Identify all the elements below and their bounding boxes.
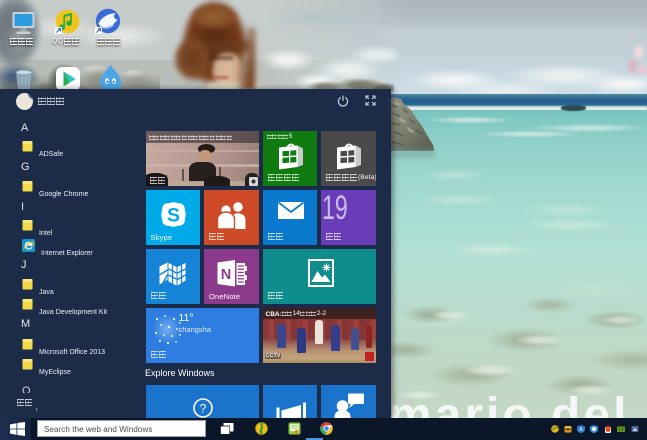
- svg-text:N: N: [221, 267, 231, 283]
- svg-text:S: S: [166, 205, 179, 227]
- svg-text:A: A: [579, 427, 583, 433]
- svg-text:?: ?: [199, 402, 206, 416]
